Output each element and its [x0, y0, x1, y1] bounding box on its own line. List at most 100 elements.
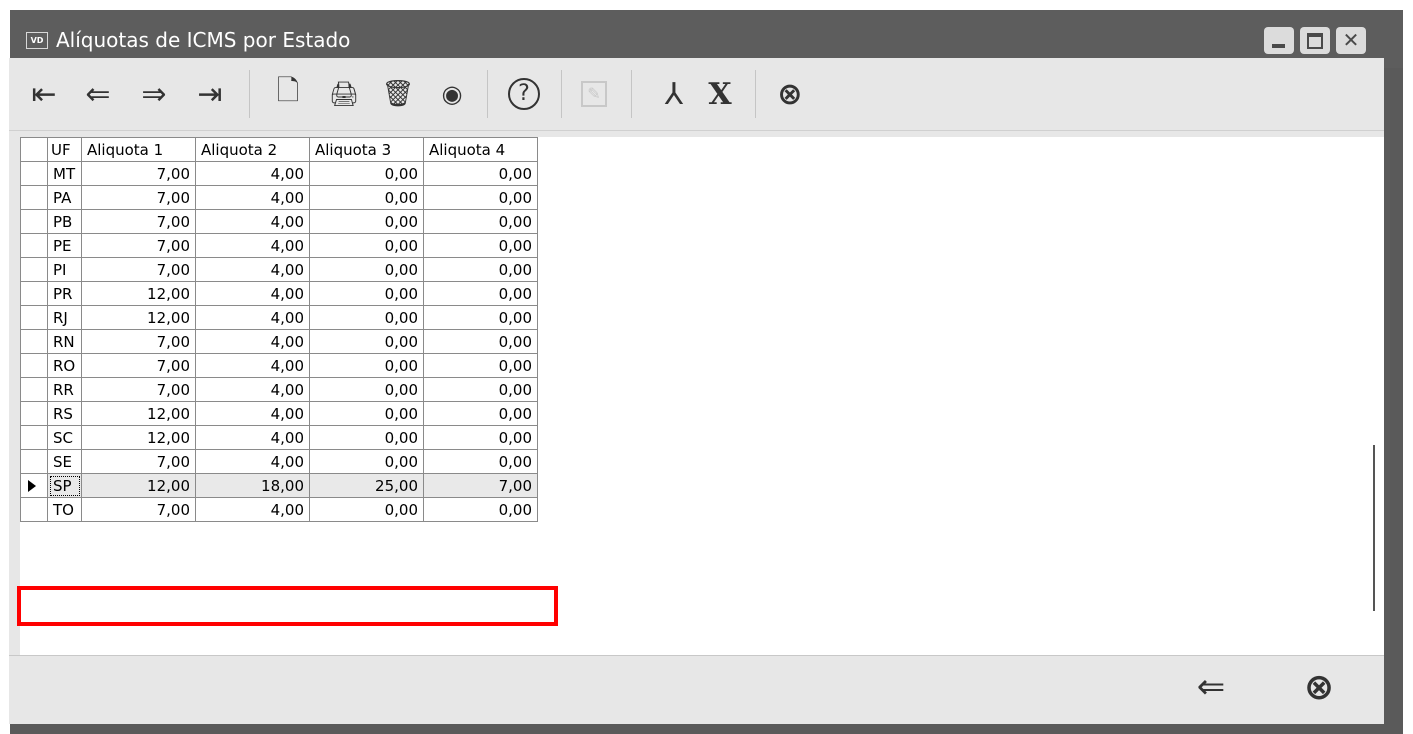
close-button[interactable]: ⊗: [1289, 656, 1349, 718]
minimize-button[interactable]: [1264, 27, 1294, 54]
cell-aliquota-4[interactable]: 0,00: [423, 185, 538, 210]
export-excel-button[interactable]: X: [695, 58, 745, 130]
cell-aliquota-2[interactable]: 4,00: [195, 209, 310, 234]
view-button[interactable]: ◉: [427, 58, 477, 130]
cell-aliquota-4[interactable]: 0,00: [423, 257, 538, 282]
cell-uf[interactable]: PB: [47, 209, 82, 234]
cell-aliquota-1[interactable]: 7,00: [81, 233, 196, 258]
help-button[interactable]: ?: [499, 58, 549, 130]
cell-aliquota-2[interactable]: 4,00: [195, 377, 310, 402]
row-indicator[interactable]: [20, 353, 48, 378]
row-indicator[interactable]: [20, 377, 48, 402]
table-row[interactable]: PB 7,00 4,00 0,00 0,00: [20, 209, 538, 234]
cell-aliquota-1[interactable]: 7,00: [81, 257, 196, 282]
scrollbar-thumb[interactable]: [1373, 445, 1375, 611]
cell-aliquota-2[interactable]: 4,00: [195, 185, 310, 210]
cell-aliquota-4[interactable]: 0,00: [423, 425, 538, 450]
cell-aliquota-4[interactable]: 0,00: [423, 305, 538, 330]
cell-aliquota-1[interactable]: 7,00: [81, 353, 196, 378]
table-row[interactable]: PA 7,00 4,00 0,00 0,00: [20, 185, 538, 210]
cell-aliquota-3[interactable]: 0,00: [309, 353, 424, 378]
cell-aliquota-2[interactable]: 4,00: [195, 329, 310, 354]
row-indicator[interactable]: [20, 209, 48, 234]
cell-aliquota-1[interactable]: 7,00: [81, 377, 196, 402]
cell-aliquota-4[interactable]: 0,00: [423, 353, 538, 378]
column-header-aliquota-2[interactable]: Aliquota 2: [195, 137, 310, 162]
cell-aliquota-3[interactable]: 0,00: [309, 377, 424, 402]
cell-uf[interactable]: MT: [47, 161, 82, 186]
cell-aliquota-4[interactable]: 0,00: [423, 497, 538, 522]
cell-aliquota-2[interactable]: 4,00: [195, 353, 310, 378]
cell-aliquota-1[interactable]: 12,00: [81, 473, 196, 498]
data-grid[interactable]: UF Aliquota 1 Aliquota 2 Aliquota 3 Aliq…: [20, 137, 1363, 655]
table-row[interactable]: RS 12,00 4,00 0,00 0,00: [20, 401, 538, 426]
row-indicator-current[interactable]: [20, 473, 48, 498]
cell-aliquota-1[interactable]: 7,00: [81, 161, 196, 186]
cell-aliquota-4[interactable]: 0,00: [423, 377, 538, 402]
cell-aliquota-1[interactable]: 7,00: [81, 449, 196, 474]
next-record-button[interactable]: ⇒: [129, 58, 179, 130]
cell-aliquota-1[interactable]: 12,00: [81, 425, 196, 450]
cell-aliquota-2[interactable]: 4,00: [195, 425, 310, 450]
row-indicator[interactable]: [20, 185, 48, 210]
cell-aliquota-2[interactable]: 4,00: [195, 449, 310, 474]
cell-aliquota-4[interactable]: 0,00: [423, 329, 538, 354]
cell-aliquota-3[interactable]: 0,00: [309, 329, 424, 354]
cell-aliquota-4[interactable]: 7,00: [423, 473, 538, 498]
row-indicator[interactable]: [20, 305, 48, 330]
row-indicator[interactable]: [20, 329, 48, 354]
cell-aliquota-1[interactable]: 12,00: [81, 401, 196, 426]
row-indicator[interactable]: [20, 233, 48, 258]
cell-uf[interactable]: PA: [47, 185, 82, 210]
table-row[interactable]: MT 7,00 4,00 0,00 0,00: [20, 161, 538, 186]
cell-aliquota-4[interactable]: 0,00: [423, 281, 538, 306]
table-row[interactable]: SE 7,00 4,00 0,00 0,00: [20, 449, 538, 474]
table-row[interactable]: RJ 12,00 4,00 0,00 0,00: [20, 305, 538, 330]
cell-aliquota-2[interactable]: 18,00: [195, 473, 310, 498]
cell-uf[interactable]: SP: [47, 473, 82, 498]
cell-aliquota-4[interactable]: 0,00: [423, 209, 538, 234]
export-pdf-button[interactable]: ⅄: [649, 58, 699, 130]
print-button[interactable]: 🖨: [319, 58, 369, 130]
first-record-button[interactable]: ⇤: [19, 58, 69, 130]
cell-aliquota-1[interactable]: 12,00: [81, 305, 196, 330]
row-indicator[interactable]: [20, 497, 48, 522]
row-indicator[interactable]: [20, 401, 48, 426]
last-record-button[interactable]: ⇥: [185, 58, 235, 130]
maximize-button[interactable]: [1300, 27, 1330, 54]
cell-uf[interactable]: PR: [47, 281, 82, 306]
row-indicator[interactable]: [20, 449, 48, 474]
cell-aliquota-3[interactable]: 0,00: [309, 449, 424, 474]
column-header-aliquota-1[interactable]: Aliquota 1: [81, 137, 196, 162]
cell-aliquota-1[interactable]: 7,00: [81, 497, 196, 522]
delete-button[interactable]: 🗑: [373, 58, 423, 130]
cell-uf[interactable]: SE: [47, 449, 82, 474]
row-indicator[interactable]: [20, 161, 48, 186]
cell-uf[interactable]: RS: [47, 401, 82, 426]
edit-button[interactable]: ✎: [569, 58, 619, 130]
table-row[interactable]: RO 7,00 4,00 0,00 0,00: [20, 353, 538, 378]
cell-aliquota-2[interactable]: 4,00: [195, 401, 310, 426]
cell-uf[interactable]: PI: [47, 257, 82, 282]
cell-aliquota-4[interactable]: 0,00: [423, 161, 538, 186]
cell-uf[interactable]: PE: [47, 233, 82, 258]
cell-aliquota-1[interactable]: 7,00: [81, 329, 196, 354]
cell-aliquota-1[interactable]: 7,00: [81, 185, 196, 210]
cell-aliquota-3[interactable]: 0,00: [309, 161, 424, 186]
cell-aliquota-3[interactable]: 0,00: [309, 425, 424, 450]
cell-aliquota-2[interactable]: 4,00: [195, 161, 310, 186]
table-row[interactable]: TO 7,00 4,00 0,00 0,00: [20, 497, 538, 522]
cell-uf[interactable]: TO: [47, 497, 82, 522]
cell-uf[interactable]: RJ: [47, 305, 82, 330]
new-record-button[interactable]: 🗋: [263, 58, 313, 130]
table-row[interactable]: PE 7,00 4,00 0,00 0,00: [20, 233, 538, 258]
cell-uf[interactable]: RO: [47, 353, 82, 378]
cell-aliquota-3[interactable]: 0,00: [309, 497, 424, 522]
column-header-aliquota-4[interactable]: Aliquota 4: [423, 137, 538, 162]
cell-aliquota-3[interactable]: 0,00: [309, 281, 424, 306]
table-row[interactable]: RR 7,00 4,00 0,00 0,00: [20, 377, 538, 402]
back-button[interactable]: ⇐: [1181, 656, 1241, 718]
cell-aliquota-4[interactable]: 0,00: [423, 449, 538, 474]
table-row-selected[interactable]: SP 12,00 18,00 25,00 7,00: [20, 473, 538, 498]
cell-aliquota-2[interactable]: 4,00: [195, 257, 310, 282]
